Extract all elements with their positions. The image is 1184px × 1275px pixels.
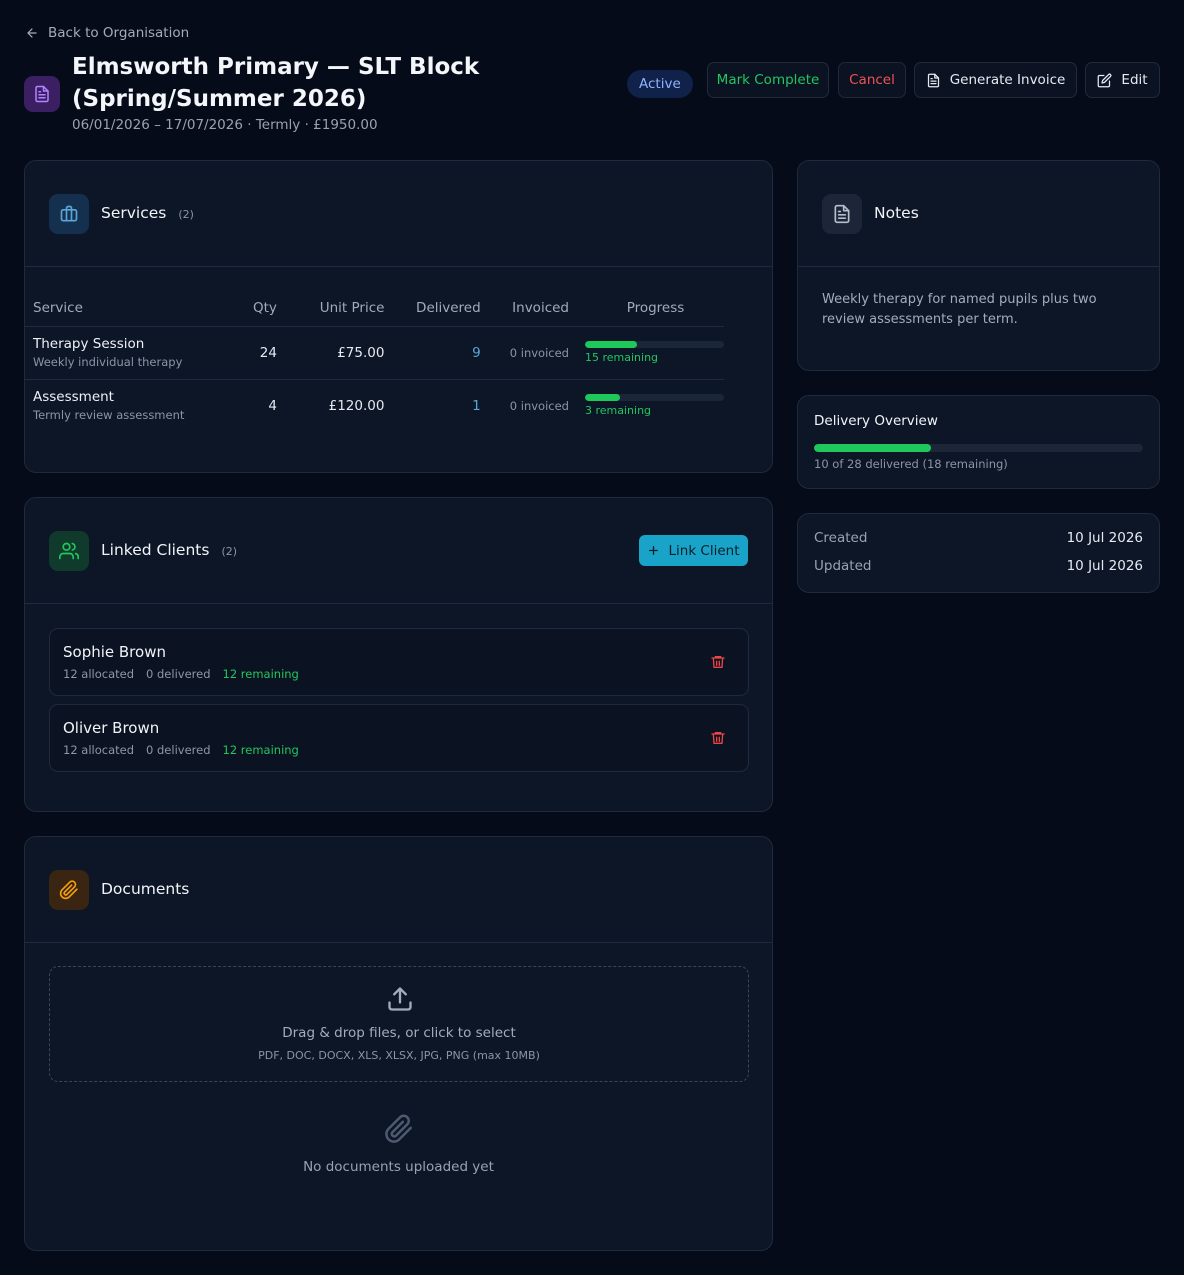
documents-title: Documents	[101, 880, 190, 898]
edit-button[interactable]: Edit	[1085, 62, 1160, 98]
edit-icon	[1098, 73, 1112, 87]
document-icon	[24, 76, 60, 112]
client-name: Sophie Brown	[63, 643, 166, 661]
column-header-unit-price: Unit Price	[319, 299, 385, 316]
users-icon	[49, 531, 89, 571]
notes-title: Notes	[874, 204, 919, 222]
service-progress-fill	[585, 394, 620, 402]
column-header-progress: Progress	[626, 299, 685, 316]
briefcase-icon	[49, 194, 89, 234]
client-remaining: 12 remaining	[222, 743, 299, 757]
notes-icon	[822, 194, 862, 234]
service-delivered: 9	[472, 344, 481, 361]
status-badge: Active	[627, 70, 693, 98]
column-header-delivered: Delivered	[416, 299, 481, 316]
service-unit-price: £75.00	[337, 344, 385, 361]
client-allocated: 12 allocated	[63, 667, 135, 681]
delivery-progress-fill	[814, 444, 932, 452]
service-unit-price: £120.00	[328, 397, 385, 414]
service-progress-bar	[585, 394, 724, 402]
service-description: Termly review assessment	[33, 408, 185, 423]
created-label: Created	[814, 530, 868, 546]
notes-header: Notes	[798, 161, 1159, 267]
file-text-icon	[927, 73, 939, 87]
updated-label: Updated	[814, 558, 872, 574]
trash-icon[interactable]	[710, 654, 726, 670]
documents-card: Documents Drag & drop files, or click to…	[24, 836, 773, 1251]
service-description: Weekly individual therapy	[33, 355, 183, 369]
dropzone-text: Drag & drop files, or click to select	[282, 1025, 516, 1041]
service-name: Therapy Session	[33, 336, 145, 352]
client-row[interactable]: Sophie Brown 12 allocated 0 delivered 12…	[49, 628, 749, 696]
delivery-progress-bar	[814, 444, 1143, 452]
client-delivered: 0 delivered	[146, 743, 211, 757]
paperclip-icon	[385, 1114, 412, 1143]
service-progress-fill	[585, 341, 638, 348]
page-title: Elmsworth Primary — SLT Block (Spring/Su…	[72, 54, 480, 112]
generate-invoice-button[interactable]: Generate Invoice	[914, 62, 1077, 98]
service-invoiced: 0 invoiced	[509, 345, 569, 360]
delivery-overview-card: Delivery Overview 10 of 28 delivered (18…	[797, 395, 1160, 489]
file-dropzone[interactable]: Drag & drop files, or click to select PD…	[49, 966, 749, 1082]
created-value: 10 Jul 2026	[1066, 530, 1143, 546]
client-row[interactable]: Oliver Brown 12 allocated 0 delivered 12…	[49, 704, 749, 772]
service-name: Assessment	[33, 389, 114, 406]
linked-clients-count: (2)	[221, 545, 238, 558]
mark-complete-button[interactable]: Mark Complete	[707, 62, 829, 98]
edit-label: Edit	[1121, 72, 1148, 88]
arrow-left-icon	[27, 28, 37, 38]
service-progress-bar	[585, 341, 724, 348]
page-subtitle: 06/01/2026 – 17/07/2026 · Termly · £1950…	[72, 117, 378, 133]
delivery-overview-title: Delivery Overview	[814, 413, 938, 429]
notes-text: Weekly therapy for named pupils plus two…	[822, 292, 1097, 327]
client-name: Oliver Brown	[63, 719, 160, 737]
dropzone-hint: PDF, DOC, DOCX, XLS, XLSX, JPG, PNG (max…	[258, 1049, 540, 1062]
linked-clients-card: Linked Clients (2) Link Client Sophie Br…	[24, 497, 773, 812]
paperclip-icon	[49, 870, 89, 910]
linked-clients-title: Linked Clients	[101, 541, 210, 559]
linked-clients-header: Linked Clients (2) Link Client	[25, 498, 772, 604]
client-remaining: 12 remaining	[222, 667, 299, 681]
plus-icon	[649, 546, 659, 555]
column-header-service: Service	[33, 299, 83, 316]
trash-icon[interactable]	[710, 730, 726, 746]
services-header-row: Service Qty Unit Price Delivered Invoice…	[24, 290, 724, 326]
empty-documents-text: No documents uploaded yet	[303, 1159, 494, 1175]
services-table: Service Qty Unit Price Delivered Invoice…	[24, 290, 724, 432]
link-client-button[interactable]: Link Client	[639, 535, 748, 566]
table-row: Therapy Session Weekly individual therap…	[24, 326, 724, 379]
column-header-qty: Qty	[253, 299, 277, 316]
delivery-summary: 10 of 28 delivered (18 remaining)	[814, 457, 1008, 471]
generate-invoice-label: Generate Invoice	[949, 72, 1066, 88]
column-header-invoiced: Invoiced	[512, 299, 569, 316]
service-qty: 24	[259, 344, 277, 361]
upload-icon	[388, 987, 412, 1011]
client-allocated: 12 allocated	[63, 743, 135, 757]
service-invoiced: 0 invoiced	[509, 398, 569, 413]
services-count: (2)	[178, 208, 194, 221]
documents-header: Documents	[25, 837, 772, 943]
back-to-organisation-link[interactable]: Back to Organisation	[25, 24, 189, 42]
client-delivered: 0 delivered	[146, 667, 211, 681]
service-delivered: 1	[472, 397, 481, 414]
services-title: Services	[101, 204, 167, 222]
service-qty: 4	[268, 397, 277, 414]
table-row: Assessment Termly review assessment 4 £1…	[24, 379, 724, 432]
updated-value: 10 Jul 2026	[1066, 558, 1143, 574]
back-label: Back to Organisation	[48, 25, 190, 41]
service-remaining: 15 remaining	[585, 351, 659, 364]
meta-card: Created 10 Jul 2026 Updated 10 Jul 2026	[797, 513, 1160, 593]
service-remaining: 3 remaining	[585, 404, 652, 418]
services-header: Services (2)	[25, 161, 772, 267]
cancel-button[interactable]: Cancel	[838, 62, 906, 98]
link-client-label: Link Client	[668, 542, 740, 559]
notes-card: Notes Weekly therapy for named pupils pl…	[797, 160, 1160, 371]
